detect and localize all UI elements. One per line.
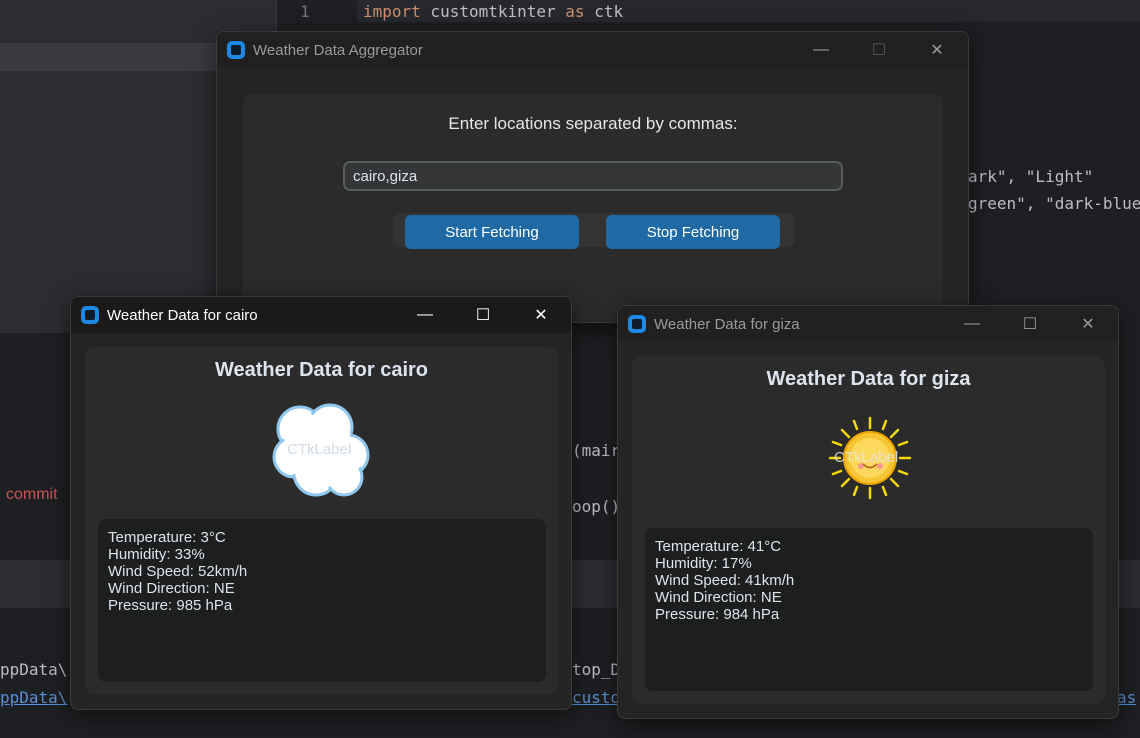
title-bar[interactable]: Weather Data Aggregator — ☐ ✕ xyxy=(217,32,968,68)
locations-prompt: Enter locations separated by commas: xyxy=(448,114,738,133)
icon-label: CTkLabel xyxy=(287,441,352,458)
cairo-window: Weather Data for cairo — ☐ ✕ Weather Dat… xyxy=(70,296,572,710)
ide-code-fragment: (mair xyxy=(572,441,621,460)
aggregator-window: Weather Data Aggregator — ☐ ✕ Enter loca… xyxy=(216,31,969,323)
ide-alias: ctk xyxy=(584,2,624,21)
humidity-text: Humidity: 33% xyxy=(108,546,205,563)
close-icon[interactable]: ✕ xyxy=(1059,306,1117,342)
wind-speed-text: Wind Speed: 52km/h xyxy=(108,563,248,580)
main-frame: Enter locations separated by commas: cai… xyxy=(243,94,943,322)
temperature-text: Temperature: 3°C xyxy=(108,529,226,546)
title-bar[interactable]: Weather Data for cairo — ☐ ✕ xyxy=(71,297,571,333)
weather-frame: Weather Data for giza CTkLabel Temperatu… xyxy=(632,356,1105,704)
app-icon xyxy=(628,315,646,333)
ide-line-number: 1 xyxy=(300,2,310,21)
ide-code-fragment: oop() xyxy=(572,497,621,516)
icon-label: CTkLabel xyxy=(834,449,899,466)
ide-keyword-as: as xyxy=(565,2,585,21)
app-icon xyxy=(81,306,99,324)
maximize-icon[interactable]: ☐ xyxy=(454,297,512,333)
stop-fetching-button[interactable]: Stop Fetching xyxy=(606,215,780,249)
minimize-icon[interactable]: — xyxy=(792,32,850,68)
terminal-link[interactable]: as xyxy=(1117,688,1136,707)
terminal-link[interactable]: ppData\ xyxy=(0,688,67,707)
giza-window: Weather Data for giza — ☐ ✕ Weather Data… xyxy=(617,305,1119,719)
window-title: Weather Data for cairo xyxy=(107,307,258,324)
close-icon[interactable]: ✕ xyxy=(512,297,570,333)
wind-direction-text: Wind Direction: NE xyxy=(108,580,235,597)
minimize-icon[interactable]: — xyxy=(943,306,1001,342)
ide-code-fragment: ark", "Light" xyxy=(968,167,1094,186)
weather-data-box: Temperature: 41°C Humidity: 17% Wind Spe… xyxy=(645,528,1093,691)
ide-commit-warning: commit xyxy=(6,486,58,503)
maximize-icon[interactable]: ☐ xyxy=(1001,306,1059,342)
maximize-icon[interactable]: ☐ xyxy=(850,32,908,68)
ide-module-name: customtkinter xyxy=(420,2,566,21)
close-icon[interactable]: ✕ xyxy=(908,32,966,68)
wind-speed-text: Wind Speed: 41km/h xyxy=(655,572,795,589)
temperature-text: Temperature: 41°C xyxy=(655,538,782,555)
pressure-text: Pressure: 985 hPa xyxy=(108,597,233,614)
start-fetching-button[interactable]: Start Fetching xyxy=(405,215,579,249)
terminal-line: top_D xyxy=(572,660,621,679)
humidity-text: Humidity: 17% xyxy=(655,555,752,572)
app-icon xyxy=(227,41,245,59)
weather-heading: Weather Data for cairo xyxy=(214,359,429,381)
ide-code-fragment: green", "dark-blue xyxy=(968,194,1140,213)
weather-frame: Weather Data for cairo CTkLabel Temperat… xyxy=(85,347,558,695)
ide-code-line[interactable]: import customtkinter as ctk xyxy=(363,2,623,21)
title-bar[interactable]: Weather Data for giza — ☐ ✕ xyxy=(618,306,1118,342)
pressure-text: Pressure: 984 hPa xyxy=(655,606,780,623)
terminal-link[interactable]: custo xyxy=(572,688,620,707)
weather-data-box: Temperature: 3°C Humidity: 33% Wind Spee… xyxy=(98,519,546,682)
window-title: Weather Data Aggregator xyxy=(253,42,423,59)
weather-heading: Weather Data for giza xyxy=(766,368,971,390)
window-title: Weather Data for giza xyxy=(654,316,800,333)
ide-keyword-import: import xyxy=(363,2,421,21)
wind-direction-text: Wind Direction: NE xyxy=(655,589,782,606)
locations-input[interactable]: cairo,giza xyxy=(343,161,843,191)
minimize-icon[interactable]: — xyxy=(396,297,454,333)
terminal-line: ppData\ xyxy=(0,660,68,679)
